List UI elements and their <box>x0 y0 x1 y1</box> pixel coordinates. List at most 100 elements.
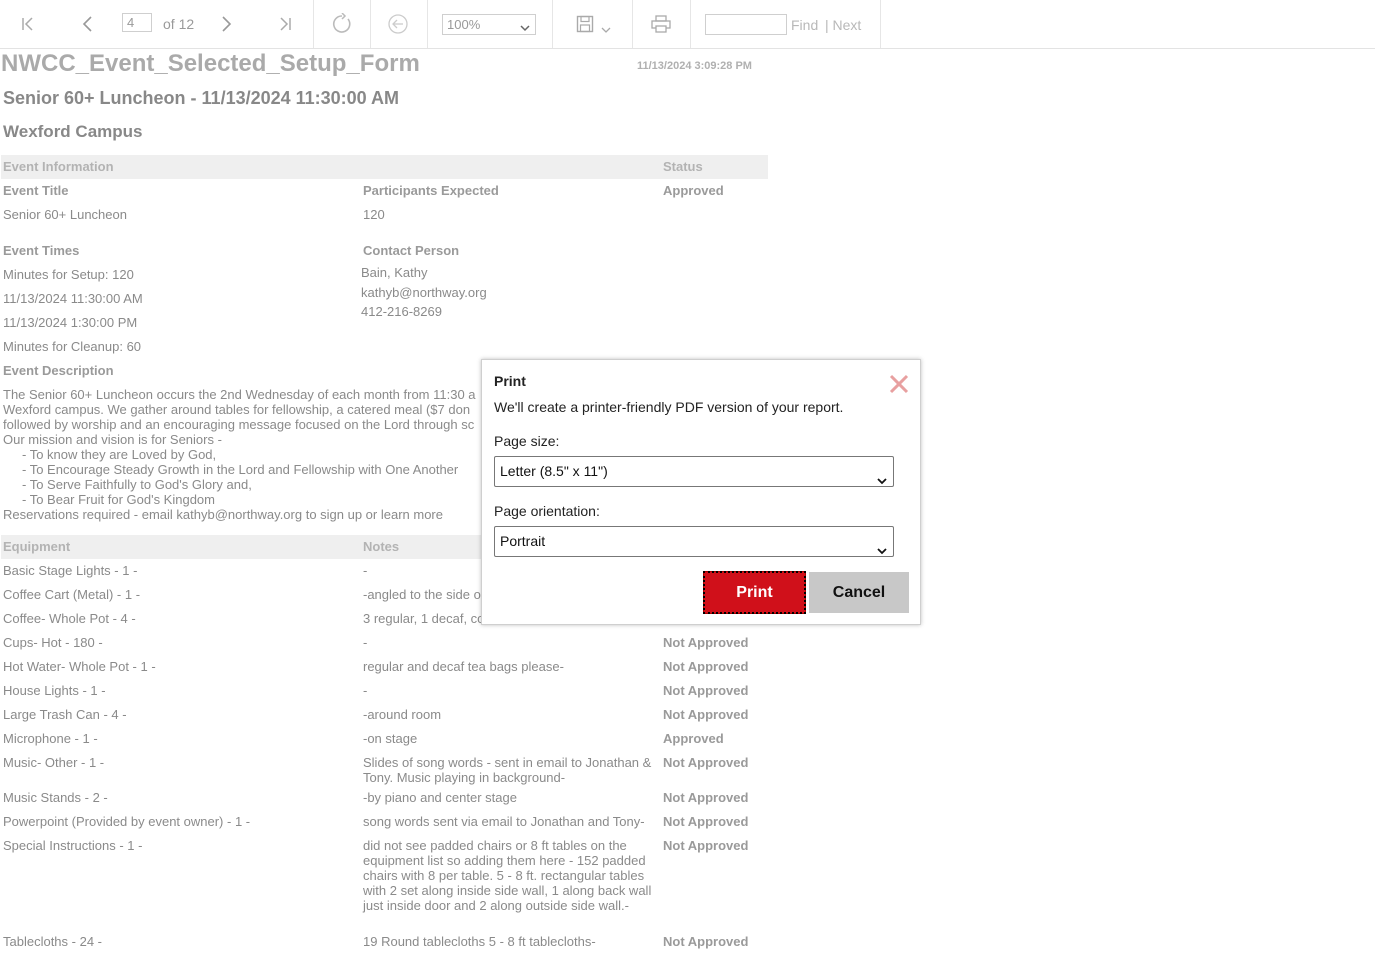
zoom-value: 100% <box>447 17 481 32</box>
equipment-notes: song words sent via email to Jonathan an… <box>363 814 645 829</box>
equipment-item: Special Instructions - 1 - <box>3 838 143 853</box>
equipment-status: Not Approved <box>663 683 749 698</box>
contact-name: Bain, Kathy <box>361 265 428 280</box>
equipment-notes: Slides of song words - sent in email to … <box>363 755 652 785</box>
status-value: Approved <box>663 183 724 198</box>
prev-page-icon[interactable] <box>76 0 100 48</box>
equipment-notes: -on stage <box>363 731 418 746</box>
equipment-item: House Lights - 1 - <box>3 683 106 698</box>
description-line: followed by worship and an encouraging m… <box>3 417 475 432</box>
toolbar-divider <box>632 0 633 48</box>
equipment-status: Not Approved <box>663 790 749 805</box>
equipment-status: Not Approved <box>663 838 749 853</box>
print-button[interactable]: Print <box>703 571 806 614</box>
toolbar-divider <box>552 0 553 48</box>
back-icon[interactable] <box>385 0 411 48</box>
dialog-description: We'll create a printer-friendly PDF vers… <box>494 399 844 415</box>
event-description: The Senior 60+ Luncheon occurs the 2nd W… <box>3 387 503 522</box>
event-times-label: Event Times <box>3 243 80 258</box>
equipment-item: Cups- Hot - 180 - <box>3 635 103 650</box>
description-line: The Senior 60+ Luncheon occurs the 2nd W… <box>3 387 476 402</box>
participants-label: Participants Expected <box>363 183 499 198</box>
equipment-item: Powerpoint (Provided by event owner) - 1… <box>3 814 251 829</box>
zoom-select[interactable]: 100% <box>442 14 536 35</box>
page-orientation-select[interactable]: Portrait <box>494 526 894 557</box>
chevron-down-icon <box>877 467 887 496</box>
equipment-notes: did not see padded chairs or 8 ft tables… <box>363 838 652 913</box>
equipment-item: Coffee- Whole Pot - 4 - <box>3 611 136 626</box>
print-icon[interactable] <box>649 0 673 48</box>
event-title-label: Event Title <box>3 183 69 198</box>
equipment-notes: - <box>363 683 368 698</box>
equipment-status: Not Approved <box>663 814 749 829</box>
description-line: Our mission and vision is for Seniors - <box>3 432 222 447</box>
find-input[interactable] <box>705 14 787 35</box>
page-size-label: Page size: <box>494 433 560 449</box>
toolbar-divider <box>880 0 881 48</box>
page-number-input[interactable] <box>122 13 152 32</box>
equipment-status: Not Approved <box>663 635 749 650</box>
report-toolbar: of 12 100% Find | Next <box>0 0 1375 49</box>
cancel-button[interactable]: Cancel <box>809 572 909 613</box>
dialog-title: Print <box>494 373 526 389</box>
equipment-item: Music Stands - 2 - <box>3 790 108 805</box>
page-size-select[interactable]: Letter (8.5" x 11") <box>494 456 894 487</box>
time-entry: Minutes for Setup: 120 <box>3 267 134 282</box>
equipment-item: Large Trash Can - 4 - <box>3 707 127 722</box>
equipment-item: Microphone - 1 - <box>3 731 98 746</box>
equipment-status: Approved <box>663 731 724 746</box>
save-icon[interactable] <box>573 0 597 48</box>
equipment-item: Basic Stage Lights - 1 - <box>3 563 138 578</box>
equipment-status: Not Approved <box>663 659 749 674</box>
equipment-item: Tablecloths - 24 - <box>3 934 102 949</box>
chevron-down-icon[interactable] <box>599 6 613 54</box>
chevron-down-icon <box>877 537 887 566</box>
next-page-icon[interactable] <box>214 0 238 48</box>
event-heading: Senior 60+ Luncheon - 11/13/2024 11:30:0… <box>3 88 400 108</box>
equipment-notes: regular and decaf tea bags please- <box>363 659 564 674</box>
chevron-down-icon <box>520 19 530 38</box>
equipment-status: Not Approved <box>663 707 749 722</box>
equipment-item: Hot Water- Whole Pot - 1 - <box>3 659 156 674</box>
notes-col-label: Notes <box>363 539 400 554</box>
equipment-notes: 19 Round tablecloths 5 - 8 ft tablecloth… <box>363 934 596 949</box>
equipment-status: Not Approved <box>663 934 749 949</box>
equipment-notes: -around room <box>363 707 442 722</box>
find-link[interactable]: Find <box>791 17 818 33</box>
close-icon[interactable] <box>886 371 912 397</box>
campus-heading: Wexford Campus <box>3 122 143 141</box>
equipment-status: Not Approved <box>663 755 749 770</box>
participants-value: 120 <box>363 207 385 222</box>
page-orientation-label: Page orientation: <box>494 503 600 519</box>
toolbar-divider <box>427 0 428 48</box>
description-line: - To Serve Faithfully to God's Glory and… <box>22 477 252 492</box>
description-line: - To Bear Fruit for God's Kingdom <box>22 492 215 507</box>
report-timestamp: 11/13/2024 3:09:28 PM <box>637 60 752 72</box>
equipment-notes: - <box>363 635 368 650</box>
find-next-link[interactable]: | Next <box>825 17 861 33</box>
print-dialog: Print We'll create a printer-friendly PD… <box>481 359 921 625</box>
equipment-notes: -by piano and center stage <box>363 790 517 805</box>
description-line: Reservations required - email kathyb@nor… <box>3 507 443 522</box>
description-line: Wexford campus. We gather around tables … <box>3 402 471 417</box>
event-title-value: Senior 60+ Luncheon <box>3 207 127 222</box>
toolbar-divider <box>370 0 371 48</box>
refresh-icon[interactable] <box>329 0 355 48</box>
contact-label: Contact Person <box>363 243 460 258</box>
description-line: - To know they are Loved by God, <box>22 447 217 462</box>
equipment-item: Music- Other - 1 - <box>3 755 105 770</box>
equipment-col-label: Equipment <box>3 539 71 554</box>
contact-email: kathyb@northway.org <box>361 285 487 300</box>
toolbar-divider <box>690 0 691 48</box>
first-page-icon[interactable] <box>16 0 40 48</box>
time-entry: 11/13/2024 11:30:00 AM <box>3 291 143 306</box>
page-orientation-value: Portrait <box>500 533 546 549</box>
page-total-label: of 12 <box>163 16 195 32</box>
status-header: Status <box>663 159 703 174</box>
last-page-icon[interactable] <box>273 0 297 48</box>
description-label: Event Description <box>3 363 114 378</box>
time-entry: Minutes for Cleanup: 60 <box>3 339 142 354</box>
description-line: - To Encourage Steady Growth in the Lord… <box>22 462 459 477</box>
toolbar-divider <box>313 0 314 48</box>
equipment-item: Coffee Cart (Metal) - 1 - <box>3 587 141 602</box>
